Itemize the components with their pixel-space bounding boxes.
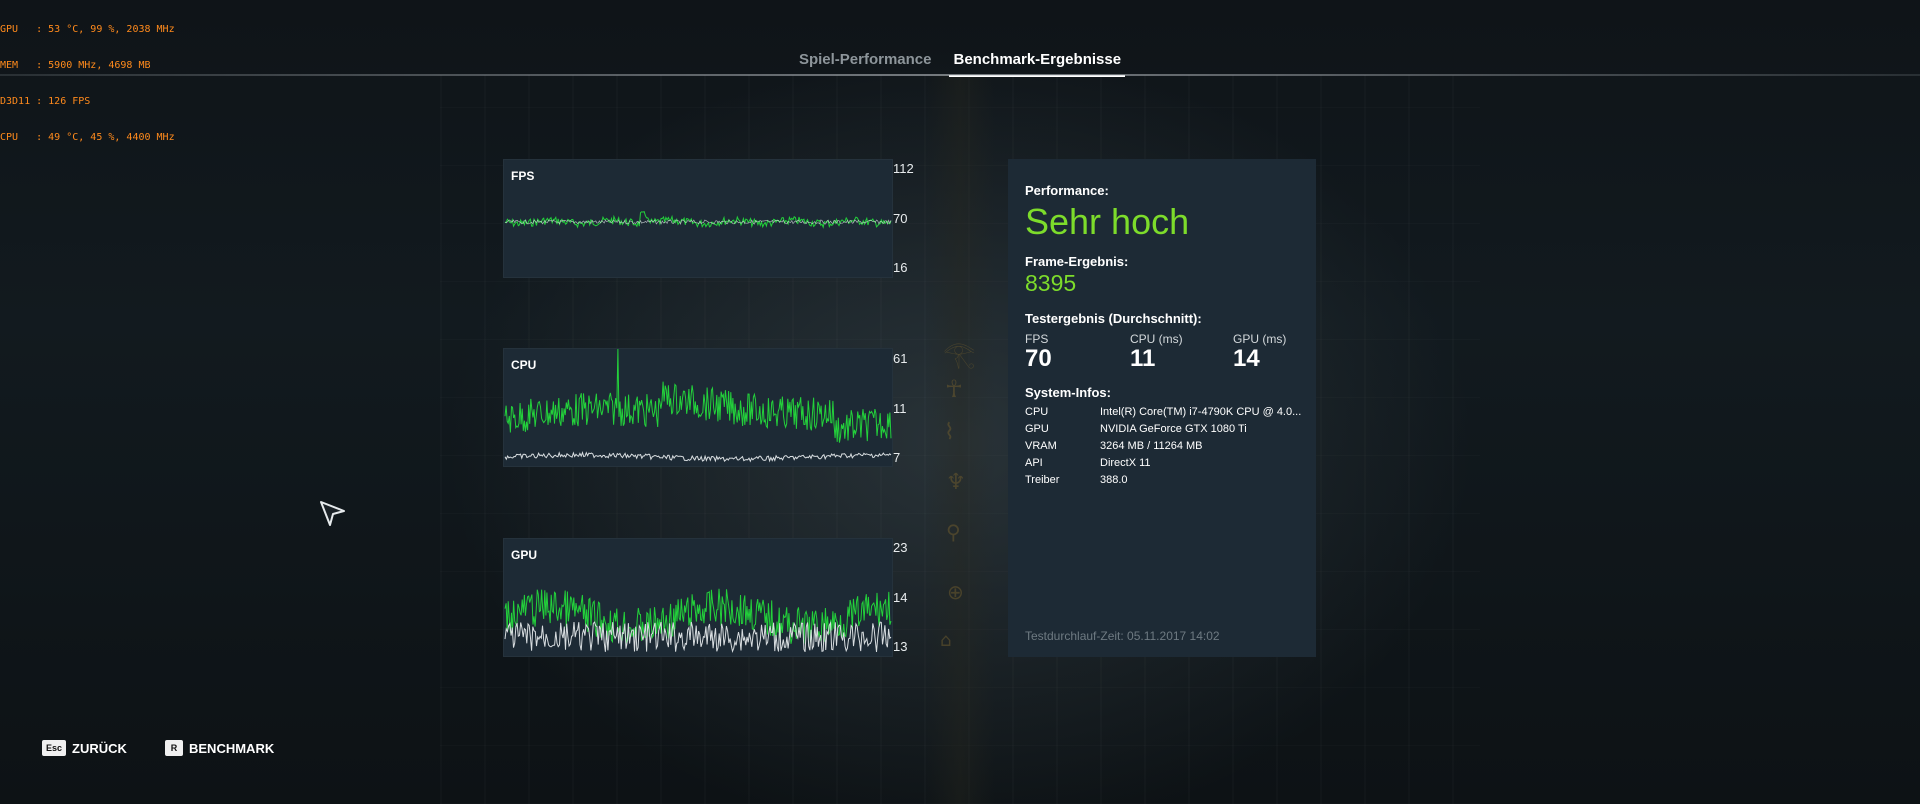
cpu-axis-min: 7 xyxy=(893,450,901,465)
benchmark-button[interactable]: R BENCHMARK xyxy=(165,740,274,756)
gpu-axis-min: 13 xyxy=(893,639,908,654)
stat-gpu-value: 14 xyxy=(1233,345,1260,372)
decor-glyph: ☥ xyxy=(945,375,963,403)
sys-key-cpu: CPU xyxy=(1025,406,1049,418)
fps-axis-mid: 70 xyxy=(893,211,908,226)
stat-fps-value: 70 xyxy=(1025,345,1052,372)
decor-glyph: ⊕ xyxy=(947,580,964,604)
cpu-axis-mid: 11 xyxy=(893,401,907,416)
stat-fps-label: FPS xyxy=(1025,332,1049,346)
decor-glyph: 𓂀 xyxy=(943,340,976,370)
gpu-graph: GPU xyxy=(503,538,893,657)
back-label: ZURÜCK xyxy=(72,740,127,756)
stat-cpu-label: CPU (ms) xyxy=(1130,332,1183,346)
sys-key-driver: Treiber xyxy=(1025,474,1060,486)
stat-cpu-value: 11 xyxy=(1130,345,1156,372)
test-run-time: Testdurchlauf-Zeit: 05.11.2017 14:02 xyxy=(1025,629,1220,643)
overlay-line-cpu: CPU : 49 °C, 45 %, 4400 MHz xyxy=(0,132,175,143)
stat-gpu-label: GPU (ms) xyxy=(1233,332,1287,346)
decor-glyph: ⚲ xyxy=(946,520,961,544)
benchmark-label: BENCHMARK xyxy=(189,740,275,756)
fps-axis-max: 112 xyxy=(893,161,914,176)
fps-axis-min: 16 xyxy=(893,260,908,275)
sys-key-vram: VRAM xyxy=(1025,440,1057,452)
cpu-graph: CPU xyxy=(503,348,893,467)
esc-key-icon: Esc xyxy=(42,740,67,756)
mouse-cursor-icon xyxy=(320,501,345,526)
sys-value-vram: 3264 MB / 11264 MB xyxy=(1100,440,1203,452)
tab-divider xyxy=(0,74,1920,76)
gpu-axis-mid: 14 xyxy=(893,590,908,605)
test-result-label: Testergebnis (Durchschnitt): xyxy=(1025,311,1202,326)
gpu-series-line-secondary xyxy=(504,620,892,653)
sys-value-cpu: Intel(R) Core(TM) i7-4790K CPU @ 4.0... xyxy=(1100,406,1302,418)
fps-graph: FPS xyxy=(503,159,893,278)
system-info-label: System-Infos: xyxy=(1025,385,1111,400)
overlay-line-gpu: GPU : 53 °C, 99 %, 2038 MHz xyxy=(0,24,175,35)
frame-result-label: Frame-Ergebnis: xyxy=(1025,254,1129,269)
gpu-axis-max: 23 xyxy=(893,540,908,555)
performance-value: Sehr hoch xyxy=(1025,201,1190,242)
fps-graph-plot xyxy=(504,210,892,229)
decor-glyph: ♆ xyxy=(946,470,966,495)
back-button[interactable]: Esc ZURÜCK xyxy=(42,740,127,756)
cpu-series-line-secondary xyxy=(504,451,892,463)
hardware-monitor-overlay: GPU : 53 °C, 99 %, 2038 MHz MEM : 5900 M… xyxy=(0,0,175,156)
cpu-series-line xyxy=(504,349,892,443)
sys-key-api: API xyxy=(1025,457,1043,469)
sys-value-gpu: NVIDIA GeForce GTX 1080 Ti xyxy=(1100,423,1247,435)
overlay-line-d3d: D3D11 : 126 FPS xyxy=(0,96,91,107)
cpu-axis-max: 61 xyxy=(893,351,908,366)
sys-value-driver: 388.0 xyxy=(1100,474,1128,486)
decor-glyph: ⌂ xyxy=(940,630,952,651)
sys-value-api: DirectX 11 xyxy=(1100,457,1151,469)
performance-label: Performance: xyxy=(1025,183,1109,198)
results-panel: Performance: Sehr hoch Frame-Ergebnis: 8… xyxy=(1008,159,1316,657)
decor-glyph: ⌇ xyxy=(944,420,955,445)
r-key-icon: R xyxy=(165,740,183,756)
background-pillar xyxy=(925,75,995,804)
frame-result-value: 8395 xyxy=(1025,270,1077,296)
fps-series-line xyxy=(504,210,892,229)
sys-key-gpu: GPU xyxy=(1025,423,1049,435)
cpu-graph-plot xyxy=(504,349,892,463)
gpu-graph-plot xyxy=(504,588,892,653)
